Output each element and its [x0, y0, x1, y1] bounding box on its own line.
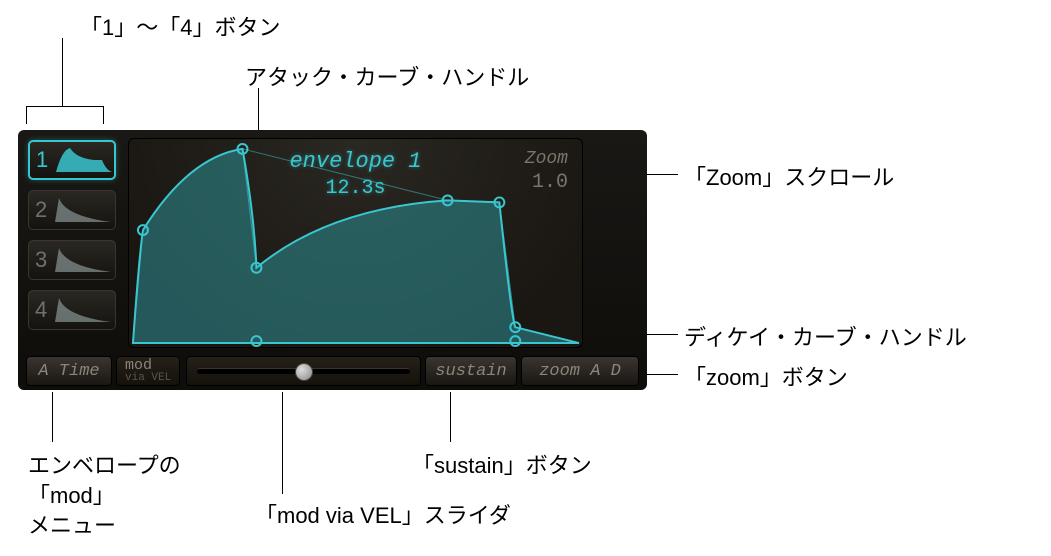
envelope-curve-graphic[interactable] [129, 139, 582, 347]
callout-env-mod-menu-l1: エンベロープの [28, 448, 181, 480]
envelope-select-buttons: 1 2 3 4 [28, 140, 120, 340]
slider-thumb[interactable] [295, 363, 313, 381]
envelope-thumbnail-icon [53, 246, 115, 274]
callout-attack-curve: アタック・カーブ・ハンドル [245, 60, 529, 92]
envelope-bottom-bar: A Time mod via VEL sustain zoom A D [18, 352, 647, 390]
leader-line [450, 392, 451, 442]
envelope-button-4[interactable]: 4 [28, 290, 116, 330]
callout-decay-curve: ディケイ・カーブ・ハンドル [684, 320, 967, 352]
leader-line [52, 392, 53, 442]
callout-buttons-1-4: 「1」～「4」ボタン [80, 10, 280, 42]
envelope-thumbnail-icon [53, 196, 115, 224]
mod-via-vel-slider[interactable] [186, 356, 421, 386]
sustain-button[interactable]: sustain [425, 356, 517, 386]
zoom-a-d-button[interactable]: zoom A D [521, 356, 639, 386]
envelope-thumbnail-icon [53, 296, 115, 324]
envelope-thumbnail-icon [54, 146, 114, 174]
envelope-button-label: 4 [35, 297, 53, 323]
envelope-button-3[interactable]: 3 [28, 240, 116, 280]
mod-label-box: mod via VEL [116, 356, 180, 386]
envelope-button-label: 3 [35, 247, 53, 273]
callout-mod-via-vel-slider: 「mod via VEL」スライダ [255, 498, 511, 530]
slider-track [197, 368, 410, 374]
envelope-button-label: 2 [35, 197, 53, 223]
leader-line [282, 392, 283, 494]
callout-env-mod-menu-l2: 「mod」 [28, 478, 115, 510]
envelope-button-label: 1 [36, 147, 54, 173]
envelope-display[interactable]: envelope 1 12.3s Zoom 1.0 [128, 138, 583, 348]
callout-sustain-button: 「sustain」ボタン [412, 448, 592, 480]
callout-env-mod-menu-l3: メニュー [28, 508, 116, 540]
callout-zoom-scroll: 「Zoom」スクロール [684, 160, 894, 192]
leader-line [62, 38, 63, 106]
mod-label: mod [125, 358, 171, 373]
a-time-menu[interactable]: A Time [26, 356, 112, 386]
envelope-panel: 1 2 3 4 [18, 130, 647, 390]
mod-via-label: via VEL [125, 373, 171, 384]
leader-bracket [26, 106, 104, 124]
callout-zoom-button: 「zoom」ボタン [684, 360, 848, 392]
envelope-button-1[interactable]: 1 [28, 140, 116, 180]
envelope-button-2[interactable]: 2 [28, 190, 116, 230]
